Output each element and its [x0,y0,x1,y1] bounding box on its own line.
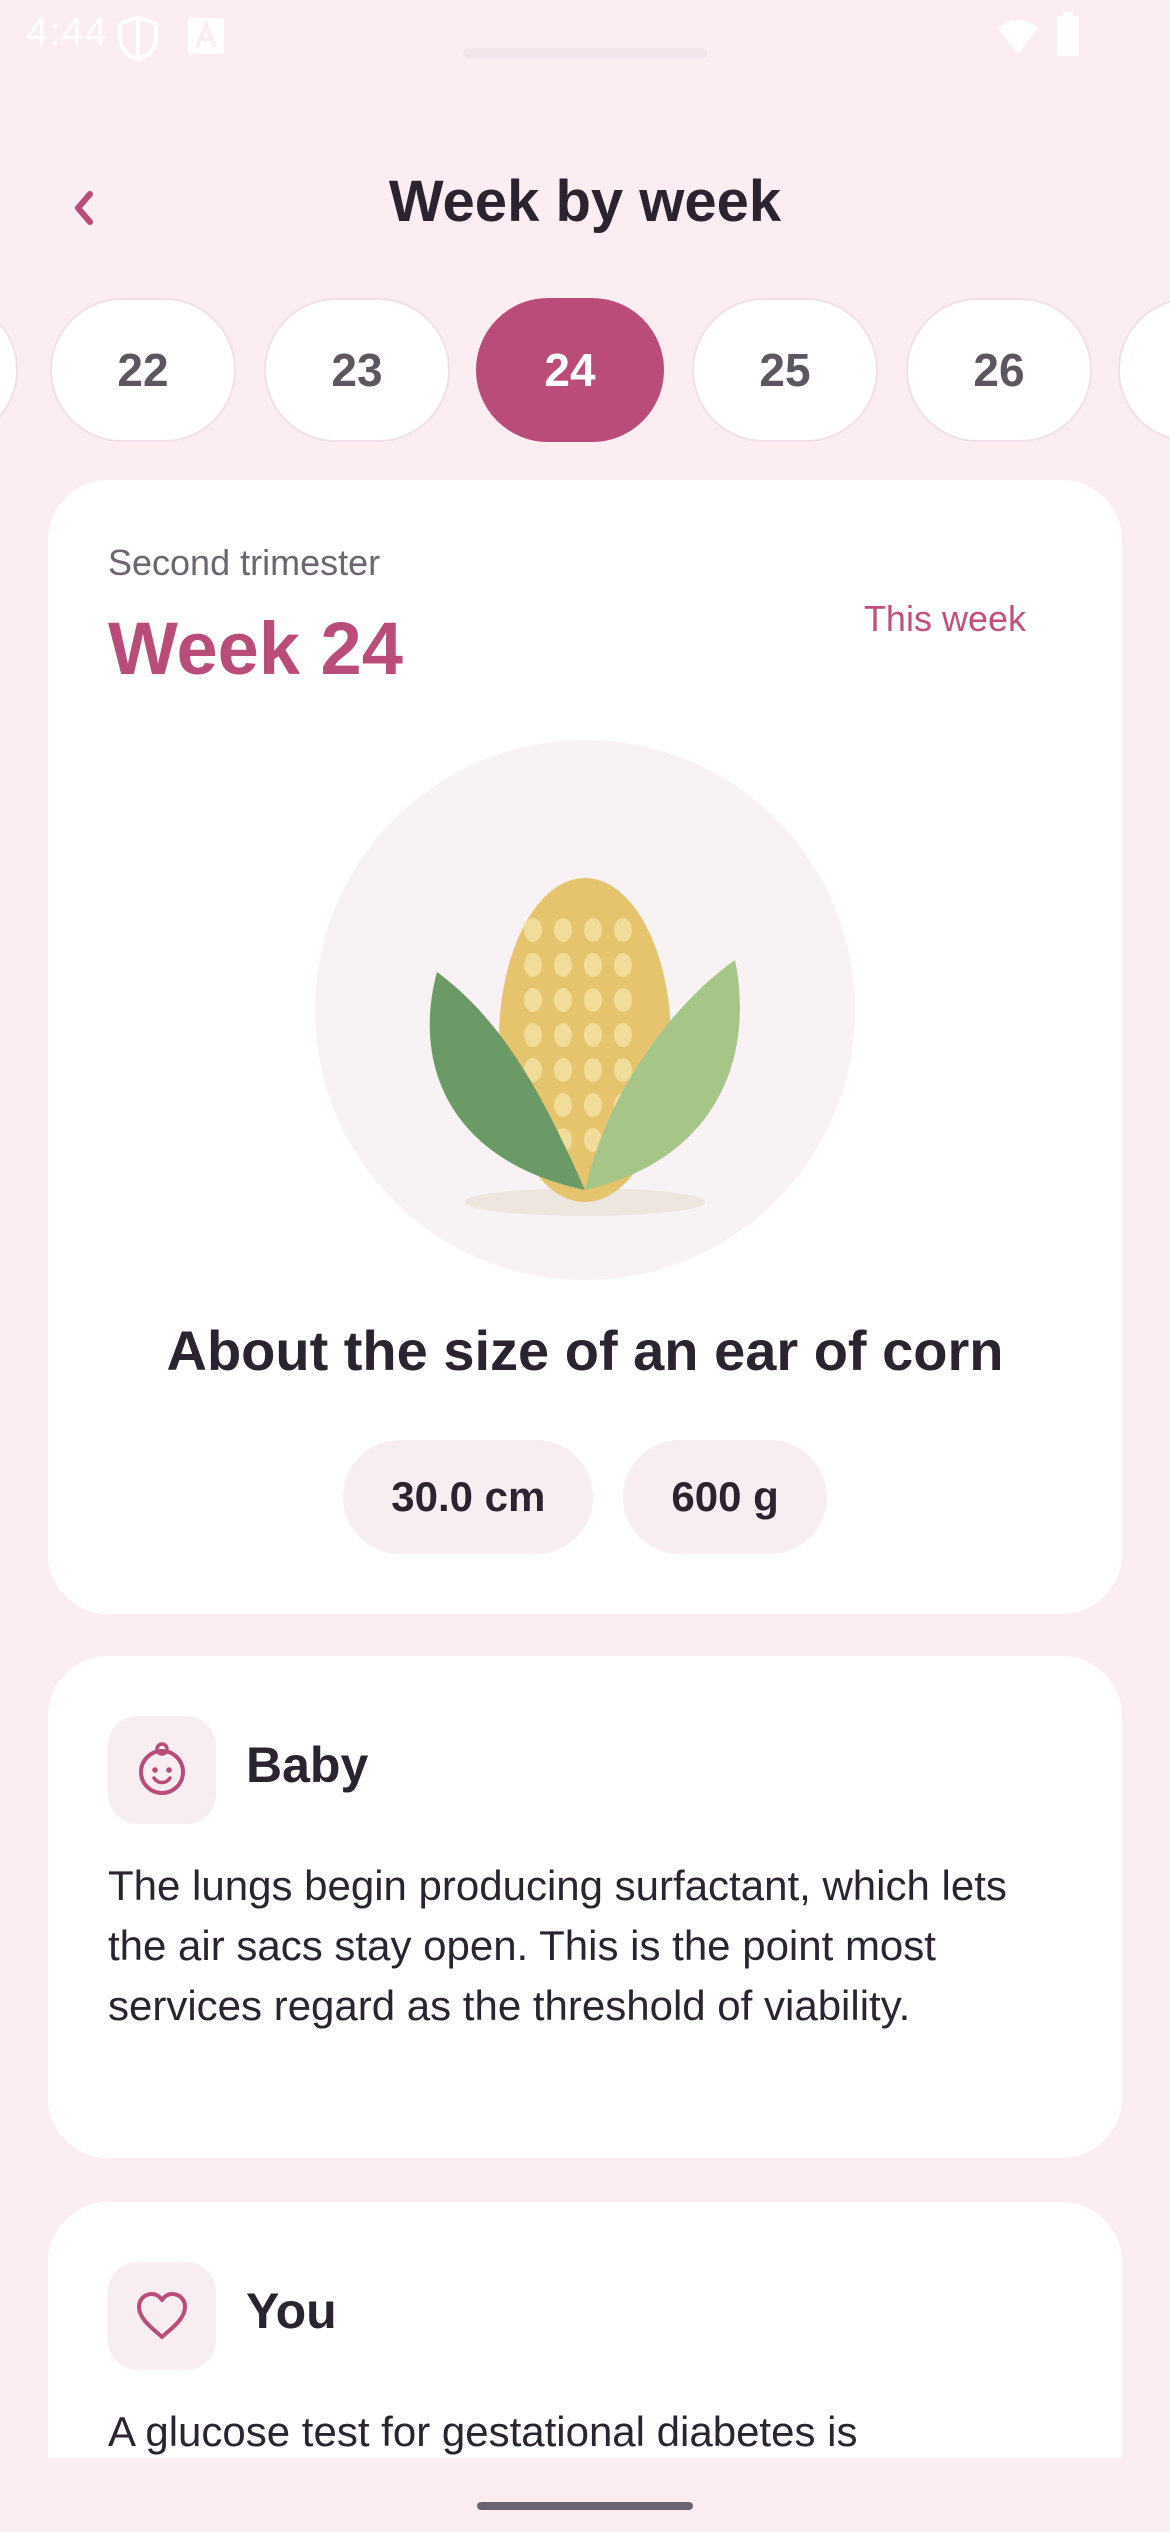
baby-section-body: The lungs begin producing surfactant, wh… [108,1862,1007,2029]
shield-icon [118,14,158,62]
weight-pill: 600 g [623,1440,827,1554]
battery-icon [1057,12,1079,56]
font-a-icon [188,18,224,54]
this-week-badge: This week [863,598,1026,639]
page-title: Week by week [388,169,782,234]
week-chip-21[interactable]: 21 [0,298,18,442]
size-comparison: About the size of an ear of corn [166,1319,1004,1382]
baby-section-title: Baby [246,1737,369,1793]
size-stats: 30.0 cm 600 g [48,1440,1122,1554]
length-pill: 30.0 cm [343,1440,594,1554]
week-chip-25[interactable]: 25 [692,298,878,442]
baby-section-card: Baby The lungs begin producing surfactan… [48,1656,1122,2158]
trimester-label: Second trimester [108,542,381,583]
baby-face-icon [108,1716,216,1824]
week-summary-card: Second trimester Week 24 This week About… [48,480,1122,1614]
navigation-bar-area [0,2458,1170,2532]
week-chip-27[interactable]: 27 [1118,298,1170,442]
week-chip-23[interactable]: 23 [264,298,450,442]
status-bar: 4:44 [0,0,1170,72]
week-chip-22[interactable]: 22 [50,298,236,442]
heart-icon [108,2262,216,2370]
drag-handle [463,48,707,58]
you-section-body: A glucose test for gestational diabetes … [108,2408,858,2455]
week-selector[interactable]: 21 22 23 24 25 26 27 [0,298,1170,444]
top-app-bar: Week by week [0,150,1170,260]
corn-icon [315,740,855,1280]
you-section-title: You [246,2283,337,2339]
wifi-icon [998,19,1038,54]
status-time: 4:44 [26,10,108,54]
week-chip-24-selected[interactable]: 24 [476,298,664,442]
gesture-navigation-handle[interactable] [477,2502,693,2510]
week-heading: Week 24 [108,607,403,690]
week-by-week-screen: 4:44 Week by week 21 22 23 24 2 [0,0,1170,2532]
week-chip-26[interactable]: 26 [906,298,1092,442]
